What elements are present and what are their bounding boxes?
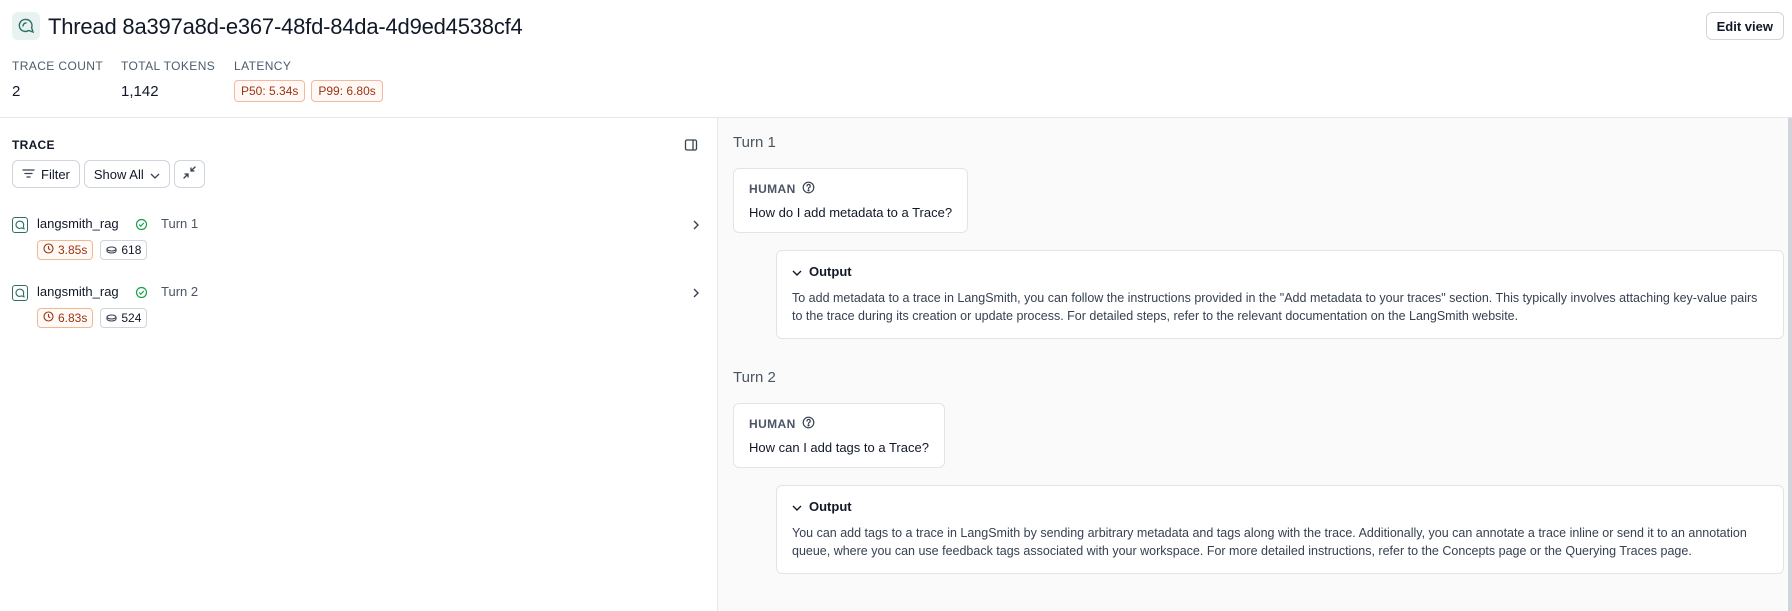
chevron-down-icon	[150, 167, 160, 182]
human-message-text: How do I add metadata to a Trace?	[749, 205, 953, 220]
question-circle-icon[interactable]	[802, 181, 815, 197]
output-label: Output	[809, 264, 852, 279]
clock-icon	[43, 311, 54, 325]
page-title: Thread 8a397a8d-e367-48fd-84da-4d9ed4538…	[48, 14, 523, 39]
filter-label: Filter	[41, 166, 70, 182]
output-text: To add metadata to a trace in LangSmith,…	[792, 291, 1758, 323]
p50-badge: P50: 5.34s	[234, 80, 306, 102]
run-name: langsmith_rag	[37, 284, 119, 299]
trace-toolbar: Filter Show All	[12, 160, 205, 188]
trace-count-stat: TRACE COUNT 2	[12, 58, 103, 102]
trace-count-label: TRACE COUNT	[12, 59, 104, 73]
trace-panel: TRACE Filter Show All langsmith_rag Turn…	[0, 118, 718, 611]
total-tokens-label: TOTAL TOKENS	[121, 59, 216, 73]
turn-heading: Turn 1	[733, 134, 776, 151]
turn-label: Turn 1	[161, 216, 199, 231]
human-message-text: How can I add tags to a Trace?	[749, 440, 929, 455]
latency-value: 6.83s	[58, 311, 88, 325]
turn-label: Turn 2	[161, 284, 199, 299]
edit-view-button[interactable]: Edit view	[1705, 12, 1784, 40]
human-message-card: HUMAN How do I add metadata to a Trace?	[733, 168, 969, 233]
trace-heading: TRACE	[12, 138, 55, 152]
turn-heading: Turn 2	[733, 369, 776, 386]
chevron-down-icon	[792, 264, 802, 279]
output-card: Output You can add tags to a trace in La…	[776, 485, 1784, 574]
tokens-badge: 618	[100, 240, 148, 260]
chain-run-icon	[12, 217, 28, 233]
chevron-right-icon[interactable]	[692, 219, 702, 231]
chevron-right-icon[interactable]	[692, 287, 702, 299]
trace-count-value: 2	[12, 83, 21, 100]
thread-header: Thread 8a397a8d-e367-48fd-84da-4d9ed4538…	[0, 0, 1792, 118]
trace-row[interactable]: langsmith_rag Turn 2 6.83s 524	[0, 275, 717, 333]
human-message-card: HUMAN How can I add tags to a Trace?	[733, 403, 945, 468]
output-toggle[interactable]: Output	[792, 264, 1768, 279]
output-label: Output	[809, 499, 852, 514]
clock-icon	[43, 243, 54, 257]
latency-label: LATENCY	[234, 59, 292, 73]
p99-badge: P99: 6.80s	[311, 80, 383, 102]
output-toggle[interactable]: Output	[792, 499, 1768, 514]
show-all-label: Show All	[93, 166, 144, 182]
question-circle-icon[interactable]	[802, 416, 815, 432]
total-tokens-value: 1,142	[121, 83, 159, 100]
conversation-panel: Turn 1 HUMAN How do I add metadata to a …	[718, 118, 1792, 611]
latency-badge: 6.83s	[37, 308, 94, 328]
panel-toggle-icon[interactable]	[684, 138, 700, 154]
collapse-arrows-icon	[183, 166, 196, 182]
thread-bubble-icon	[12, 12, 40, 40]
human-label: HUMAN	[749, 417, 796, 431]
check-circle-icon	[135, 286, 148, 299]
chevron-down-icon	[792, 499, 802, 514]
filter-lines-icon	[22, 167, 35, 182]
run-name: langsmith_rag	[37, 216, 119, 231]
tokens-value: 618	[121, 243, 142, 257]
tokens-icon	[106, 243, 117, 257]
tokens-icon	[106, 311, 117, 325]
total-tokens-stat: TOTAL TOKENS 1,142	[121, 58, 215, 102]
tokens-value: 524	[121, 311, 142, 325]
latency-badge: 3.85s	[37, 240, 94, 260]
output-text: You can add tags to a trace in LangSmith…	[792, 526, 1747, 558]
latency-value: 3.85s	[58, 243, 88, 257]
scrollbar[interactable]	[1788, 118, 1792, 611]
latency-stat: LATENCY P50: 5.34s P99: 6.80s	[234, 58, 383, 102]
tokens-badge: 524	[100, 308, 148, 328]
trace-row[interactable]: langsmith_rag Turn 1 3.85s 618	[0, 207, 717, 265]
output-card: Output To add metadata to a trace in Lan…	[776, 250, 1784, 339]
check-circle-icon	[135, 218, 148, 231]
collapse-button[interactable]	[173, 160, 205, 188]
show-all-dropdown[interactable]: Show All	[83, 160, 170, 188]
human-label: HUMAN	[749, 182, 796, 196]
chain-run-icon	[12, 285, 28, 301]
filter-button[interactable]: Filter	[12, 160, 80, 188]
